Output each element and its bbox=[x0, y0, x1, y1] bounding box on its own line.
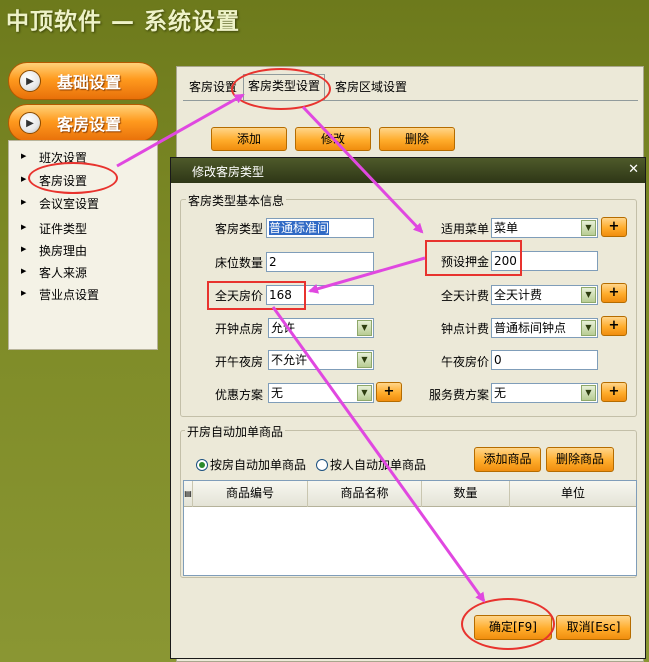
annotation-arrows bbox=[116, 93, 486, 603]
arrow-to-confirm bbox=[271, 306, 486, 603]
arrow-to-room-type-tab bbox=[116, 93, 245, 168]
arrow-to-day-price bbox=[308, 256, 426, 294]
arrow-to-deposit bbox=[301, 105, 424, 234]
